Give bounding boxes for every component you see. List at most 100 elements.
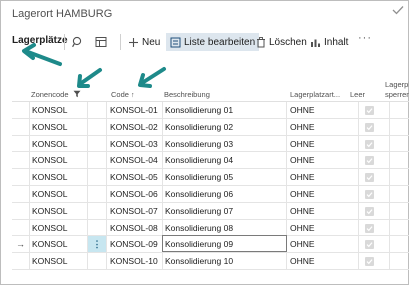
column-divider <box>87 135 88 152</box>
column-header-empty[interactable]: Leer <box>350 90 365 99</box>
column-divider <box>106 152 107 169</box>
cell-code[interactable]: KONSOL-03 <box>110 136 158 152</box>
annotation-arrow-code-sort <box>138 67 166 88</box>
column-divider <box>358 219 359 236</box>
empty-checkbox[interactable] <box>365 206 374 216</box>
cell-bin-type[interactable]: OHNE <box>290 119 315 135</box>
cell-description[interactable]: Konsolidierung 02 <box>165 119 233 135</box>
current-row-indicator: → <box>16 239 25 250</box>
cell-description[interactable]: Konsolidierung 10 <box>165 253 233 269</box>
cell-description[interactable]: Konsolidierung 01 <box>165 102 233 118</box>
table-row[interactable]: → ⋮ KONSOL KONSOL-09 Konsolidierung 09 OHNE <box>12 235 409 254</box>
cell-code[interactable]: KONSOL-05 <box>110 169 158 185</box>
cell-code[interactable]: KONSOL-06 <box>110 186 158 202</box>
empty-checkbox[interactable] <box>365 223 374 233</box>
cell-bin-type[interactable]: OHNE <box>290 169 315 185</box>
column-header-code[interactable]: Code ↑ <box>111 90 135 99</box>
column-divider <box>389 118 390 135</box>
table-row[interactable]: KONSOL KONSOL-06 Konsolidierung 06 OHNE <box>12 186 409 203</box>
column-divider <box>87 169 88 185</box>
cell-zone[interactable]: KONSOL <box>32 102 67 118</box>
cell-code[interactable]: KONSOL-04 <box>110 152 158 168</box>
column-divider <box>389 186 390 202</box>
column-divider <box>29 135 30 152</box>
empty-checkbox[interactable] <box>365 122 374 132</box>
cell-zone[interactable]: KONSOL <box>32 203 67 219</box>
column-divider <box>162 102 163 118</box>
cell-code[interactable]: KONSOL-09 <box>110 236 158 252</box>
column-divider <box>389 202 390 219</box>
column-divider <box>389 236 390 253</box>
empty-checkbox[interactable] <box>365 240 374 250</box>
cell-description[interactable]: Konsolidierung 03 <box>165 136 233 152</box>
cell-bin-type[interactable]: OHNE <box>290 186 315 202</box>
cell-zone[interactable]: KONSOL <box>32 253 67 269</box>
cell-bin-type[interactable]: OHNE <box>290 152 315 168</box>
filter-icon[interactable] <box>73 90 81 98</box>
table-row[interactable]: KONSOL KONSOL-05 Konsolidierung 05 OHNE <box>12 169 409 186</box>
column-divider <box>29 169 30 185</box>
cell-bin-type[interactable]: OHNE <box>290 203 315 219</box>
column-divider <box>162 253 163 269</box>
column-divider <box>286 186 287 202</box>
column-divider <box>358 118 359 135</box>
column-divider <box>389 102 390 118</box>
table-row[interactable]: KONSOL KONSOL-01 Konsolidierung 01 OHNE <box>12 102 409 119</box>
cell-bin-type[interactable]: OHNE <box>290 236 315 252</box>
cell-zone[interactable]: KONSOL <box>32 169 67 185</box>
cell-code[interactable]: KONSOL-07 <box>110 203 158 219</box>
empty-checkbox[interactable] <box>365 139 374 149</box>
column-divider <box>29 202 30 219</box>
cell-description[interactable]: Konsolidierung 09 <box>165 236 233 252</box>
cell-code[interactable]: KONSOL-10 <box>110 253 158 269</box>
empty-checkbox[interactable] <box>365 106 374 115</box>
table-row[interactable]: KONSOL KONSOL-07 Konsolidierung 07 OHNE <box>12 202 409 220</box>
empty-checkbox[interactable] <box>365 190 374 199</box>
empty-checkbox[interactable] <box>365 257 374 267</box>
cell-bin-type[interactable]: OHNE <box>290 102 315 118</box>
cell-description[interactable]: Konsolidierung 07 <box>165 203 233 219</box>
column-divider <box>358 202 359 219</box>
cell-bin-type[interactable]: OHNE <box>290 253 315 269</box>
column-header-description[interactable]: Beschreibung <box>164 90 210 99</box>
column-divider <box>389 219 390 236</box>
table-row[interactable]: KONSOL KONSOL-02 Konsolidierung 02 OHNE <box>12 118 409 136</box>
cell-zone[interactable]: KONSOL <box>32 236 67 252</box>
cell-code[interactable]: KONSOL-02 <box>110 119 158 135</box>
table-row[interactable]: KONSOL KONSOL-04 Konsolidierung 04 OHNE <box>12 152 409 170</box>
column-header-bin-type[interactable]: Lagerplatzart... <box>290 90 340 99</box>
cell-description[interactable]: Konsolidierung 08 <box>165 220 233 236</box>
cell-zone[interactable]: KONSOL <box>32 220 67 236</box>
cell-zone[interactable]: KONSOL <box>32 136 67 152</box>
column-divider <box>389 169 390 185</box>
column-divider <box>29 219 30 236</box>
cell-code[interactable]: KONSOL-08 <box>110 220 158 236</box>
cell-zone[interactable]: KONSOL <box>32 186 67 202</box>
column-header-blocked-line1[interactable]: Lagerpl <box>385 80 409 89</box>
cell-description[interactable]: Konsolidierung 06 <box>165 186 233 202</box>
column-divider <box>286 219 287 236</box>
cell-bin-type[interactable]: OHNE <box>290 136 315 152</box>
column-header-zone[interactable]: Zonencode <box>31 90 81 99</box>
column-divider <box>286 202 287 219</box>
column-divider <box>162 186 163 202</box>
cell-bin-type[interactable]: OHNE <box>290 220 315 236</box>
cell-zone[interactable]: KONSOL <box>32 119 67 135</box>
column-divider <box>29 253 30 269</box>
table-row[interactable]: KONSOL KONSOL-08 Konsolidierung 08 OHNE <box>12 219 409 237</box>
column-divider <box>162 118 163 135</box>
column-divider <box>358 102 359 118</box>
table-row[interactable]: KONSOL KONSOL-03 Konsolidierung 03 OHNE <box>12 135 409 153</box>
cell-code[interactable]: KONSOL-01 <box>110 102 158 118</box>
cell-zone[interactable]: KONSOL <box>32 152 67 168</box>
column-divider <box>358 135 359 152</box>
row-actions-button[interactable]: ⋮ <box>88 236 106 253</box>
cell-description[interactable]: Konsolidierung 05 <box>165 169 233 185</box>
empty-checkbox[interactable] <box>365 156 374 166</box>
column-divider <box>286 152 287 169</box>
cell-description[interactable]: Konsolidierung 04 <box>165 152 233 168</box>
column-divider <box>87 186 88 202</box>
empty-checkbox[interactable] <box>365 173 374 183</box>
table-row[interactable]: KONSOL KONSOL-10 Konsolidierung 10 OHNE <box>12 253 409 270</box>
column-divider <box>286 169 287 185</box>
